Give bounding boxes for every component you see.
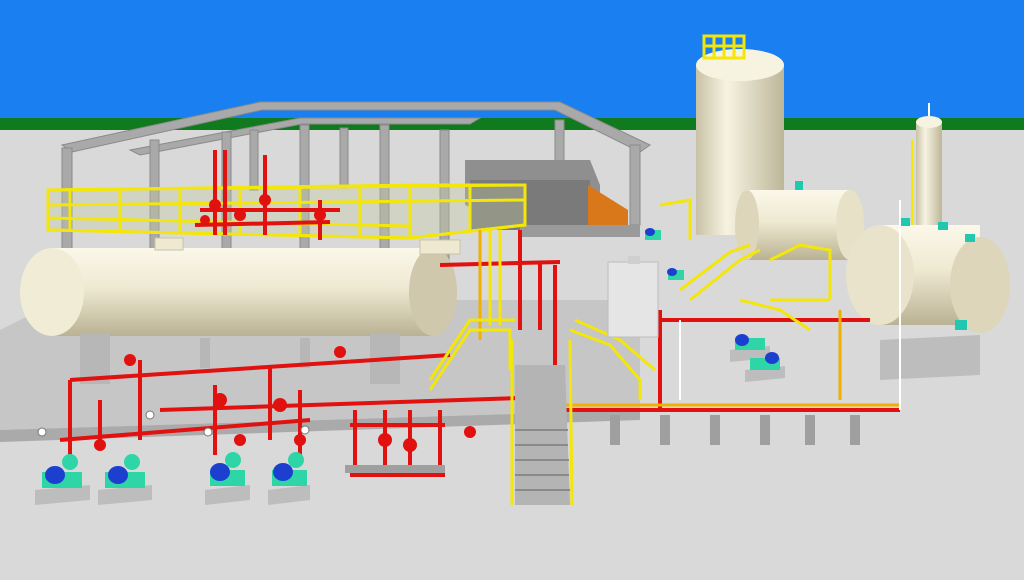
central-walkway <box>515 365 570 505</box>
right-horizontal-tank-back <box>735 181 864 260</box>
back-platform <box>520 225 640 237</box>
small-vertical-column <box>911 103 942 227</box>
plant-model-svg <box>0 0 1024 580</box>
large-horizontal-vessel <box>20 237 461 336</box>
control-box <box>607 256 659 338</box>
right-tank-pedestal <box>880 335 980 380</box>
pump-5 <box>730 334 770 362</box>
plant-3d-view <box>0 0 1024 580</box>
